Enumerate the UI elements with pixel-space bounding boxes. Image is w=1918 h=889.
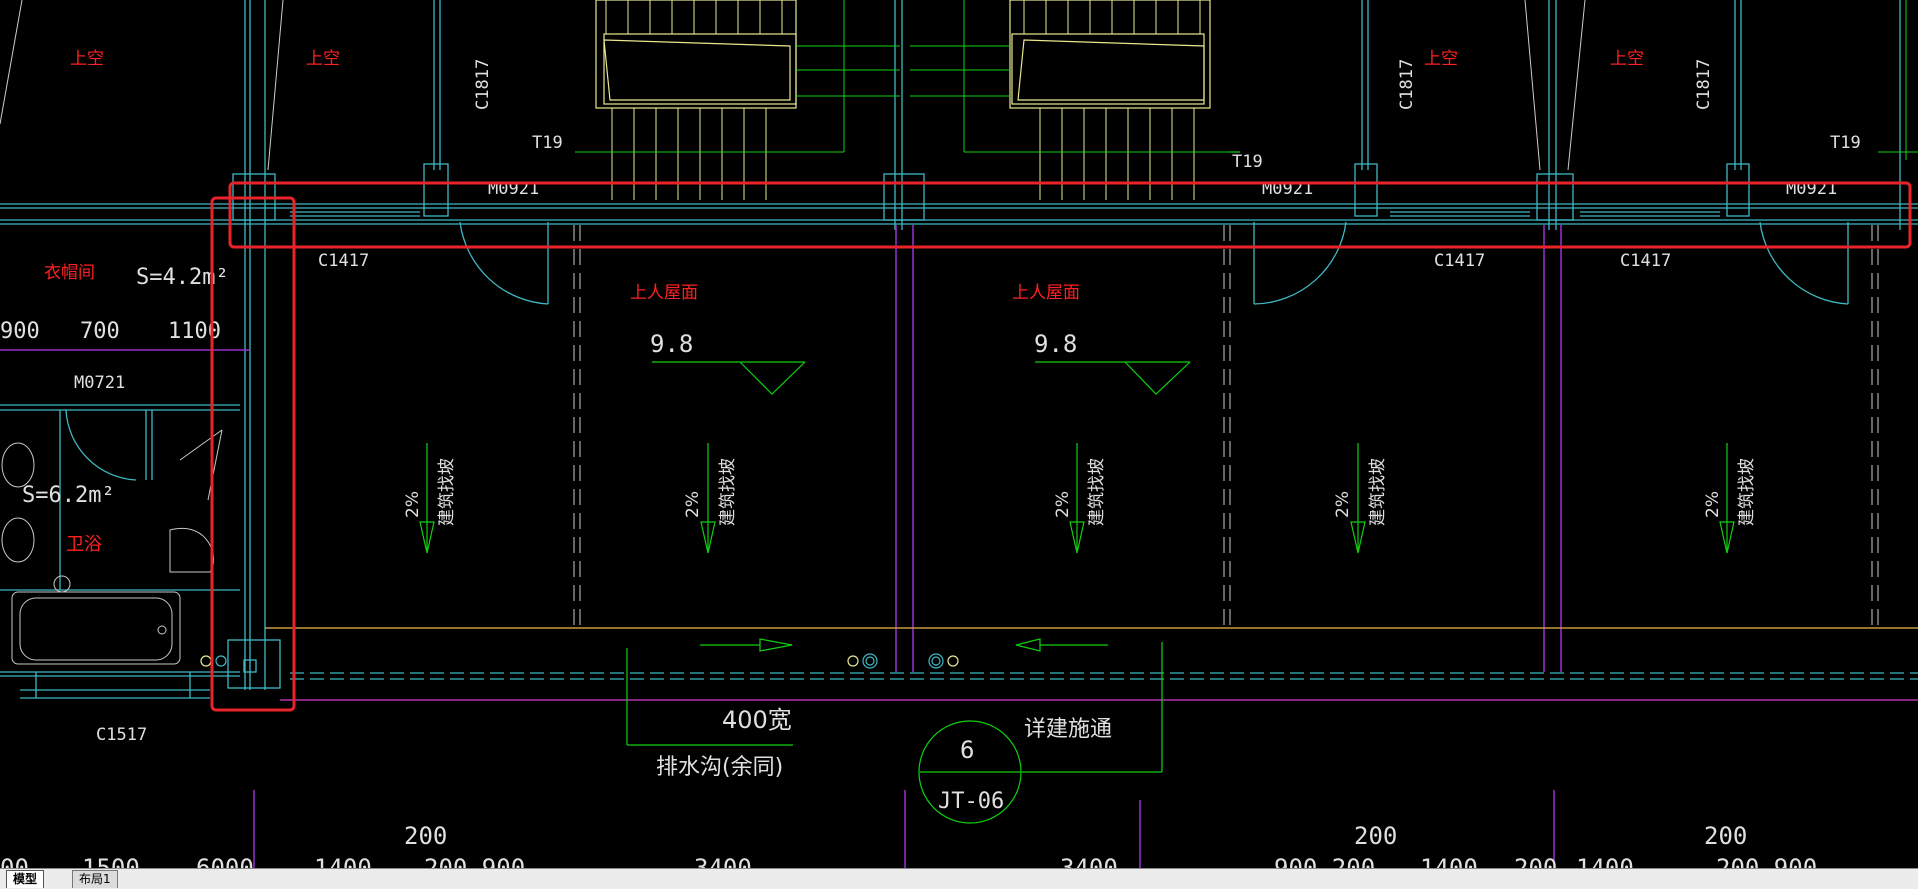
stair-label-2: T19	[1232, 152, 1263, 172]
slope-note-4: 建筑找坡	[1368, 458, 1388, 526]
stair-label-1: T19	[532, 133, 563, 153]
detail-number: 6	[960, 736, 974, 764]
dim-1500: 1500	[82, 854, 140, 868]
roof-partitions	[573, 225, 1879, 625]
bathroom-fixtures	[1, 429, 223, 665]
window-label-c1817-2: C1817	[1397, 59, 1417, 110]
void-label-4: 上空	[1610, 49, 1644, 69]
door-label-m0721: M0721	[74, 373, 125, 393]
wall-lines	[0, 0, 1918, 699]
tab-layout1[interactable]: 布局1	[72, 870, 118, 888]
dim-900: 900	[0, 319, 40, 344]
dim-3400-2: 3400	[1060, 854, 1118, 868]
dim-1400-1: 1400	[314, 854, 372, 868]
slope-note-2: 建筑找坡	[718, 458, 738, 526]
stair-label-3: T19	[1830, 133, 1861, 153]
slope-pct-5: 2%	[1703, 491, 1723, 518]
slope-pct-1: 2%	[403, 491, 423, 518]
dim-200-end: 200	[1514, 854, 1557, 868]
dim-6000: 6000	[196, 854, 254, 868]
cad-drawing-canvas[interactable]: 上空 上空 上空 上空 衣帽间 卫浴 上人屋面 上人屋面 C1817 C1817…	[0, 0, 1918, 868]
slope-labels: 2% 建筑找坡 2% 建筑找坡 2% 建筑找坡 2% 建筑找坡 2% 建筑找坡	[403, 458, 1757, 526]
stairs	[595, 0, 1211, 109]
area-closet: S=4.2m²	[136, 265, 229, 290]
window-label-c1417-2: C1417	[1434, 251, 1485, 271]
roof-label-1: 上人屋面	[630, 283, 698, 303]
slope-note-3: 建筑找坡	[1087, 458, 1107, 526]
elevation-1: 9.8	[650, 330, 693, 358]
floor-drains	[200, 653, 959, 669]
dim-200-900-2: 200 900	[1716, 854, 1817, 868]
window-label-c1817-3: C1817	[1694, 59, 1714, 110]
dim-200-2: 200	[1354, 822, 1397, 850]
dim-3400-1: 3400	[694, 854, 752, 868]
void-label-3: 上空	[1424, 49, 1458, 69]
closet-label: 衣帽间	[44, 263, 95, 283]
detail-sheet: JT-06	[938, 789, 1004, 814]
dim-00: 00	[0, 854, 29, 868]
dim-700: 700	[80, 319, 120, 344]
area-bath: S=6.2m²	[22, 483, 115, 508]
window-label-c1417-1: C1417	[318, 251, 369, 271]
detail-note: 详建施通	[1024, 717, 1112, 742]
dim-200-3: 200	[1704, 822, 1747, 850]
window-label-c1517: C1517	[96, 725, 147, 745]
dim-200-1: 200	[404, 822, 447, 850]
slope-pct-2: 2%	[683, 491, 703, 518]
dim-1400-2: 1400	[1420, 854, 1478, 868]
dim-900-200: 900 200	[1274, 854, 1375, 868]
window-label-c1817-1: C1817	[473, 59, 493, 110]
layout-tab-bar: 模型 布局1	[0, 868, 1918, 889]
roof-label-2: 上人屋面	[1012, 283, 1080, 303]
window-label-c1417-3: C1417	[1620, 251, 1671, 271]
void-lines	[0, 0, 1586, 171]
drain-note: 排水沟(余同)	[656, 755, 783, 780]
void-label-2: 上空	[306, 49, 340, 69]
bath-label: 卫浴	[66, 534, 102, 555]
void-label-1: 上空	[70, 49, 104, 69]
slope-note-1: 建筑找坡	[437, 458, 457, 526]
tab-model[interactable]: 模型	[6, 870, 45, 888]
slope-pct-3: 2%	[1053, 491, 1073, 518]
dim-200-900: 200 900	[424, 854, 525, 868]
slope-pct-4: 2%	[1333, 491, 1353, 518]
dim-1400-3: 1400	[1576, 854, 1634, 868]
elevation-2: 9.8	[1034, 330, 1077, 358]
handrail	[575, 0, 1918, 160]
slope-note-5: 建筑找坡	[1737, 458, 1757, 526]
drain-width: 400宽	[722, 706, 792, 734]
white-labels: C1817 C1817 C1817 T19 T19 T19 M0921 M092…	[0, 59, 1861, 868]
highlight-horizontal-box[interactable]	[228, 181, 1912, 249]
